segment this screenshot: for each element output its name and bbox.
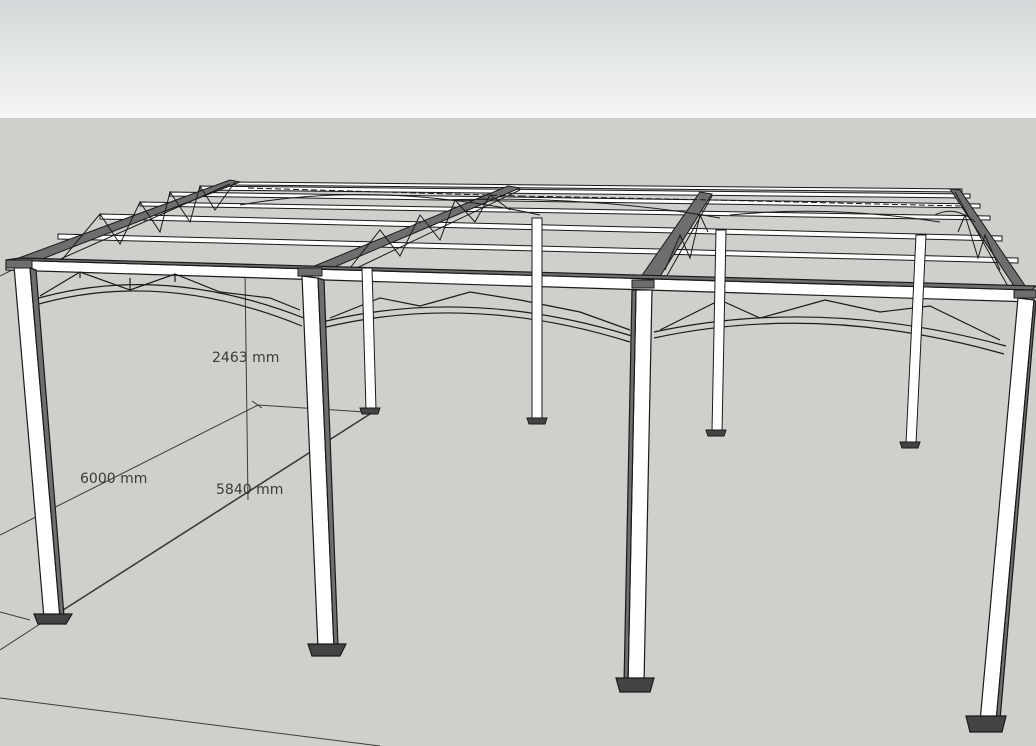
sketchup-viewport[interactable]: 2463 mm 6000 mm 5840 mm — [0, 0, 1036, 746]
model-scene[interactable] — [0, 0, 1036, 746]
length-dimension-label: 6000 mm — [80, 471, 148, 487]
sky — [0, 0, 1036, 118]
width-dimension-label: 5840 mm — [216, 482, 284, 498]
height-dimension-label: 2463 mm — [212, 350, 280, 366]
